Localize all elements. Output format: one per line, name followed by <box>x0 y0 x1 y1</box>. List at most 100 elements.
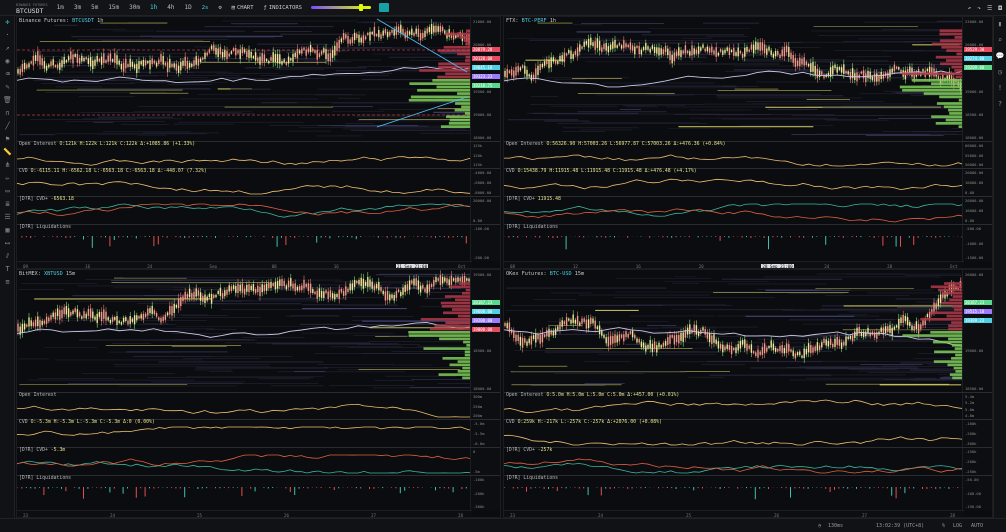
pane-divider[interactable] <box>17 392 500 393</box>
timeframe-15m[interactable]: 15m <box>103 4 124 11</box>
price-axis[interactable]: 20000.0019500.0019000.0018500.00 <box>962 270 992 392</box>
cvd-axis[interactable]: -5.0m -5.5m -6.0m <box>470 419 500 447</box>
slider-knob[interactable] <box>358 4 363 11</box>
pane-divider[interactable] <box>504 447 992 448</box>
pane-label-cvd[interactable]: CVD O:-5.3m H:-5.3m L:-5.3m C:-5.3m Δ:0 … <box>19 420 155 425</box>
undo-icon[interactable]: ↶ <box>968 5 972 12</box>
pane-label-liq[interactable]: [D?R] Liquidations <box>506 476 558 481</box>
chat-icon[interactable]: 💬 <box>994 48 1006 64</box>
timeframe-1D[interactable]: 1D <box>179 4 196 11</box>
pane-label-liq[interactable]: [D?R] Liquidations <box>19 225 71 230</box>
fib-icon[interactable]: ≣ <box>0 198 15 211</box>
menu-icon[interactable]: ☰ <box>987 5 992 12</box>
liq-axis[interactable]: -500.00 -1000.00 -1500.00 <box>962 224 992 261</box>
pane-divider[interactable] <box>17 475 500 476</box>
price-axis[interactable]: 23000.0020000.0019500.0019000.0018500.00… <box>962 17 992 141</box>
fullscreen-button[interactable] <box>378 3 389 12</box>
eraser-icon[interactable]: ⌫ <box>0 68 15 81</box>
pane-label-oi[interactable]: Open Interest <box>19 393 57 398</box>
help-icon[interactable]: ? <box>994 96 1006 112</box>
percent-toggle[interactable]: % <box>942 523 945 529</box>
list-icon[interactable]: ≡ <box>0 276 15 289</box>
indicators-button[interactable]: ƒ INDICATORS <box>259 5 307 11</box>
panel-title[interactable]: FTX: BTC-PERF 1h <box>506 18 556 24</box>
cvd2-axis[interactable]: 0 -5m <box>470 447 500 475</box>
pane-label-cvd2[interactable]: [D?R] CVD+ 11915.48 <box>506 197 561 202</box>
pencil-icon[interactable]: ✏ <box>0 172 15 185</box>
arrow-icon[interactable]: ↗ <box>0 42 15 55</box>
cvd-axis[interactable]: -100k -200k -300k <box>962 419 992 447</box>
trendline-icon[interactable]: ╱ <box>0 120 15 133</box>
oi-axis[interactable]: 60000.00 55000.00 50000.00 <box>962 141 992 168</box>
oi-axis[interactable]: 300m 250m 200m <box>470 392 500 419</box>
log-toggle[interactable]: LOG <box>953 523 962 529</box>
flag-icon[interactable]: ⚑ <box>0 133 15 146</box>
pane-divider[interactable] <box>17 196 500 197</box>
chart-panel-4[interactable]: 20000.0019500.0019000.0018500.005.4m5.2m… <box>503 269 993 518</box>
chart-button[interactable]: ▤ CHART <box>227 5 259 11</box>
time-axis[interactable]: 23 24 25 26 27 28 <box>504 510 964 517</box>
panel-title[interactable]: OKex Futures: BTC-USD 15m <box>506 271 584 277</box>
pane-label-cvd[interactable]: CVD O:-6115.11 H:-6562.18 L:-6563.18 C:-… <box>19 169 207 174</box>
liq-axis[interactable]: -100.00 -200.00 <box>470 224 500 261</box>
chart-type-icon[interactable]: ▮ <box>994 16 1006 32</box>
pitchfork-icon[interactable]: ⋔ <box>0 159 15 172</box>
cvd-axis[interactable]: -4000.00 -6000.00 -8000.00 <box>470 168 500 196</box>
magnet-icon[interactable]: ∩ <box>0 107 15 120</box>
measure-icon[interactable]: ⟷ <box>0 237 15 250</box>
ruler-icon[interactable]: 📏 <box>0 146 15 159</box>
alert-icon[interactable]: ! <box>994 80 1006 96</box>
eye-icon[interactable]: ◉ <box>0 55 15 68</box>
chart-panel-2[interactable]: 23000.0020000.0019500.0019000.0018500.00… <box>503 16 993 269</box>
time-axis[interactable]: 09 16 24 Sep 08 16 21 Sep 21:00 Oct <box>17 261 472 268</box>
redo-icon[interactable]: ↷ <box>977 5 981 12</box>
pane-label-cvd[interactable]: CVD O:259k H:-217k L:-257k C:-257k Δ:+20… <box>506 420 662 425</box>
time-axis[interactable]: 08 12 16 20 28 Sep 21:00 24 28 Oct <box>504 261 964 268</box>
pane-label-oi[interactable]: Open Interest O:121k H:122k L:121k C:122… <box>19 142 195 147</box>
timeframe-4h[interactable]: 4h <box>162 4 179 11</box>
oi-axis[interactable]: 5.4m 5.2m 5.0m 4.8m <box>962 392 992 419</box>
trash-icon[interactable]: 🗑 <box>0 94 15 107</box>
pane-divider[interactable] <box>17 447 500 448</box>
settings-button[interactable]: ⚙ <box>213 5 226 11</box>
timeframe-5m[interactable]: 5m <box>86 4 103 11</box>
pane-label-cvd[interactable]: CVD O:15438.79 H:11915.48 L:11915.48 C:1… <box>506 169 697 174</box>
timeframe-1m[interactable]: 1m <box>52 4 69 11</box>
rectangle-icon[interactable]: ▭ <box>0 185 15 198</box>
chart-panel-3[interactable]: 19500.00 19000.00 18500.00 18000.00 300m 250m… <box>16 269 501 518</box>
pane-divider[interactable] <box>504 224 992 225</box>
timeframe-3m[interactable]: 3m <box>69 4 86 11</box>
cvd2-axis[interactable]: 20000.00 0.00 <box>470 196 500 224</box>
symbol-selector[interactable]: BINANCE FUTURES BTCUSDT <box>0 2 52 14</box>
layout-button[interactable]: 2s <box>197 5 214 11</box>
crosshair-icon[interactable]: ✛ <box>0 16 15 29</box>
pane-label-oi[interactable]: Open Interest O:5.0m H:5.0m L:5.0m C:5.0… <box>506 393 679 398</box>
chart-panel-1[interactable]: 21000.0020800.0020000.0019500.0019000.00… <box>16 16 501 269</box>
pane-label-cvd2[interactable]: [D?R] CVD+ -257k <box>506 448 552 453</box>
auto-toggle[interactable]: AUTO <box>971 523 983 529</box>
pane-divider[interactable] <box>504 196 992 197</box>
dot-icon[interactable]: · <box>0 29 15 42</box>
pane-label-cvd2[interactable]: [D?R] CVD+ -6563.18 <box>19 197 74 202</box>
timeframe-1h[interactable]: 1h <box>145 4 162 11</box>
panel-title[interactable]: BitMEX: XBTUSD 15m <box>19 271 75 277</box>
cvd-axis[interactable]: 20000.00 10000.00 0.00 <box>962 168 992 196</box>
liq-axis[interactable]: -50.00 -100.00 -150.00 <box>962 475 992 510</box>
pane-label-oi[interactable]: Open Interest O:56326.90 H:57003.26 L:56… <box>506 142 726 147</box>
pane-divider[interactable] <box>504 475 992 476</box>
cvd2-axis[interactable]: -150k -200k -250k <box>962 447 992 475</box>
grid-icon[interactable]: ▦ <box>0 224 15 237</box>
cvd2-axis[interactable]: 20000.00 10000.00 0.00 <box>962 196 992 224</box>
pane-divider[interactable] <box>17 224 500 225</box>
timeframe-30m[interactable]: 30m <box>124 4 145 11</box>
text-icon[interactable]: T <box>0 263 15 276</box>
liq-axis[interactable]: -100k -200k -300k <box>470 475 500 510</box>
price-axis[interactable]: 21000.0020800.0020000.0019500.0019000.00… <box>470 17 500 141</box>
clock-icon[interactable]: ◷ <box>994 64 1006 80</box>
camera-icon[interactable]: ◘ <box>998 5 1002 12</box>
pane-label-cvd2[interactable]: [D?R] CVD+ -5.3m <box>19 448 65 453</box>
oi-axis[interactable]: 125k 120k 115k <box>470 141 500 168</box>
chart-canvas[interactable] <box>17 270 501 518</box>
channel-icon[interactable]: ⫽ <box>0 250 15 263</box>
search-icon[interactable]: ⌕ <box>994 32 1006 48</box>
